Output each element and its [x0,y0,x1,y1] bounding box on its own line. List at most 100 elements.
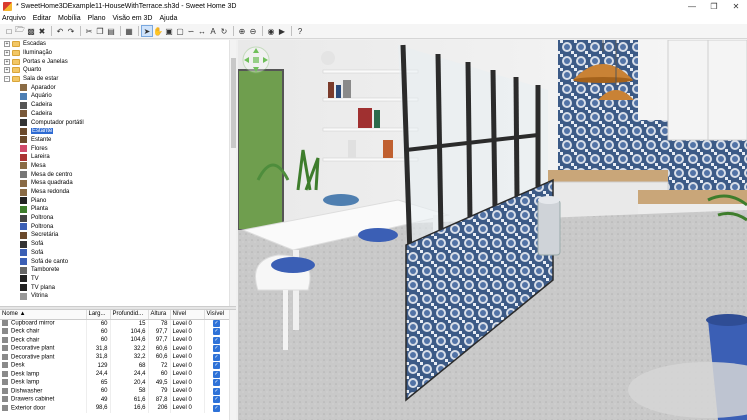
menu-ajuda[interactable]: Ajuda [159,15,177,22]
table-row[interactable]: Desk lamp 65 20,4 49,5 Level 0 ✓ [0,378,230,387]
visible-checkbox[interactable]: ✓ [213,370,220,378]
create-dimensions-icon[interactable]: ↔ [197,26,207,36]
catalog-item[interactable]: Tamborete [0,266,236,275]
catalog-item[interactable]: Lareira [0,153,236,162]
catalog-item[interactable]: TV [0,275,236,284]
catalog-item[interactable]: Cadeira [0,101,236,110]
catalog-item[interactable]: Aquário [0,92,236,101]
visible-checkbox[interactable]: ✓ [213,320,220,327]
visible-checkbox[interactable]: ✓ [213,336,220,344]
menu-arquivo[interactable]: Arquivo [2,15,26,22]
menu-editar[interactable]: Editar [33,15,51,22]
visible-checkbox[interactable]: ✓ [213,387,220,395]
catalog-item[interactable]: Cadeira [0,110,236,119]
create-photo-icon[interactable]: ◉ [266,26,276,36]
catalog-item[interactable]: Poltrona [0,214,236,223]
column-header-width[interactable]: Larg... [86,310,111,320]
catalog-category[interactable]: + Escadas [0,40,236,49]
add-furniture-icon[interactable]: ▦ [124,26,134,36]
maximize-icon[interactable]: ❐ [703,0,725,13]
undo-icon[interactable]: ↶ [55,26,65,36]
column-header-depth[interactable]: Profundid... [110,310,149,320]
3d-scene[interactable] [238,40,747,420]
column-header-visible[interactable]: Visível [204,310,230,320]
rotate-icon[interactable]: ↻ [219,26,229,36]
table-row[interactable]: Decorative plant 31,8 32,2 60,6 Level 0 ✓ [0,353,230,362]
copy-icon[interactable]: ❐ [95,26,105,36]
column-header-name[interactable]: Nome ▲ [0,310,87,320]
collapse-icon[interactable]: − [4,76,10,83]
catalog-item[interactable]: Computador portátil [0,118,236,127]
zoom-in-icon[interactable]: ⊕ [237,26,247,36]
catalog-item[interactable]: Vitrina [0,292,236,301]
visible-checkbox[interactable]: ✓ [213,345,220,353]
catalog-item[interactable]: Estante [0,136,236,145]
catalog-item[interactable]: Planta [0,205,236,214]
visible-checkbox[interactable]: ✓ [213,328,220,336]
catalog-item[interactable]: Sofá [0,249,236,258]
navigation-pad[interactable] [242,46,270,74]
catalog-item[interactable]: Aparador [0,83,236,92]
minimize-icon[interactable]: — [681,0,703,13]
pan-icon[interactable]: ✋ [153,26,163,36]
visible-checkbox[interactable]: ✓ [213,353,220,361]
create-video-icon[interactable]: ▶ [277,26,287,36]
3d-view[interactable] [238,40,747,420]
select-icon[interactable]: ➤ [141,25,153,37]
help-icon[interactable]: ? [295,26,305,36]
catalog-category[interactable]: + Portas e Janelas [0,57,236,66]
visible-checkbox[interactable]: ✓ [213,379,220,387]
scrollbar-thumb[interactable] [231,58,236,148]
table-row[interactable]: Exterior door 98,6 16,6 206 Level 0 ✓ [0,404,230,413]
catalog-item[interactable]: Piano [0,196,236,205]
menu-visao-3d[interactable]: Visão em 3D [113,15,153,22]
table-row[interactable]: Cupboard mirror 60 15 78 Level 0 ✓ [0,319,230,328]
expand-icon[interactable]: + [4,50,10,57]
table-row[interactable]: Drawers cabinet 49 61,6 87,8 Level 0 ✓ [0,395,230,404]
new-home-icon[interactable]: □ [4,26,14,36]
visible-checkbox[interactable]: ✓ [213,396,220,404]
catalog-item[interactable]: Sofá [0,240,236,249]
create-walls-icon[interactable]: ▣ [164,26,174,36]
table-row[interactable]: Deck chair 60 104,6 97,7 Level 0 ✓ [0,336,230,345]
table-row[interactable]: Desk 129 68 72 Level 0 ✓ [0,361,230,370]
expand-icon[interactable]: + [4,67,10,74]
table-row[interactable]: Dishwasher 60 58 79 Level 0 ✓ [0,387,230,396]
table-row[interactable]: Deck chair 60 104,6 97,7 Level 0 ✓ [0,327,230,336]
add-text-icon[interactable]: A [208,26,218,36]
close-icon[interactable]: ✕ [725,0,747,13]
catalog-item[interactable]: Estante [0,127,236,136]
table-scrollbar[interactable] [229,310,236,420]
cut-icon[interactable]: ✂ [84,26,94,36]
expand-icon[interactable]: + [4,58,10,65]
catalog-item[interactable]: Mesa de centro [0,170,236,179]
cut-tool-icon[interactable]: ✖ [37,26,47,36]
visible-checkbox[interactable]: ✓ [213,362,220,370]
create-rooms-icon[interactable]: ▢ [175,26,185,36]
catalog-category[interactable]: − Sala de estar [0,75,236,84]
redo-icon[interactable]: ↷ [66,26,76,36]
column-header-height[interactable]: Altura [148,310,171,320]
catalog-item[interactable]: Secretária [0,231,236,240]
table-row[interactable]: Desk lamp 24,4 24,4 60 Level 0 ✓ [0,370,230,379]
create-polylines-icon[interactable]: ∽ [186,26,196,36]
catalog-item[interactable]: Mesa redonda [0,188,236,197]
catalog-item[interactable]: TV plana [0,283,236,292]
catalog-item[interactable]: Sofá de canto [0,257,236,266]
expand-icon[interactable]: + [4,41,10,48]
menu-plano[interactable]: Plano [88,15,106,22]
paste-icon[interactable]: ▤ [106,26,116,36]
catalog-category[interactable]: + Iluminação [0,49,236,58]
column-header-level[interactable]: Nível [170,310,205,320]
visible-checkbox[interactable]: ✓ [213,404,220,412]
table-row[interactable]: Decorative plant 31,8 32,2 60,6 Level 0 ✓ [0,344,230,353]
catalog-item[interactable]: Poltrona [0,222,236,231]
catalog-category[interactable]: + Quarto [0,66,236,75]
save-icon[interactable]: ▩ [26,26,36,36]
catalog-item[interactable]: Flores [0,144,236,153]
open-icon[interactable]: 🗁 [15,25,25,36]
catalog-scrollbar[interactable] [229,40,236,306]
zoom-out-icon[interactable]: ⊖ [248,26,258,36]
catalog-item[interactable]: Mesa quadrada [0,179,236,188]
menu-mobilia[interactable]: Mobília [58,15,81,22]
